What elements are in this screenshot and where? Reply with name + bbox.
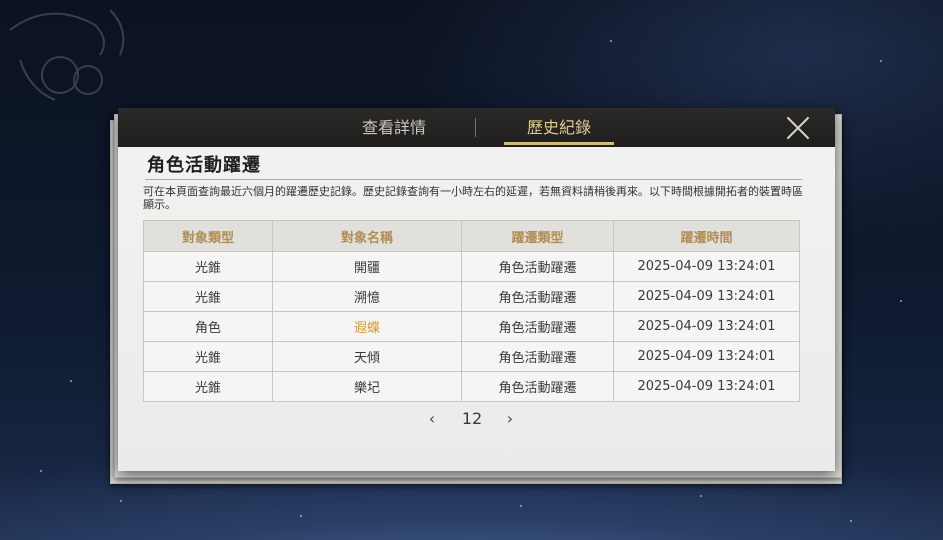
chevron-left-icon[interactable]: ‹ [422, 408, 442, 430]
cell-warp-time: 2025-04-09 13:24:01 [613, 341, 800, 372]
cell-item-name: 樂圮 [272, 371, 462, 402]
section-title: 角色活動躍遷 [147, 155, 261, 176]
cell-item-name: 天傾 [272, 341, 462, 372]
close-icon[interactable] [786, 116, 810, 140]
cell-item-name: 溯憶 [272, 281, 462, 312]
table-header-row: 對象類型 對象名稱 躍遷類型 躍遷時間 [143, 220, 800, 252]
history-table: 對象類型 對象名稱 躍遷類型 躍遷時間 光錐 開疆 角色活動躍遷 2025-04… [143, 220, 800, 402]
panel-header: 查看詳情 歷史紀錄 [118, 108, 835, 147]
cell-warp-type: 角色活動躍遷 [461, 341, 614, 372]
cell-item-type: 光錐 [143, 371, 273, 402]
column-header-warp-time: 躍遷時間 [613, 220, 800, 252]
tab-divider [475, 118, 476, 137]
title-divider [145, 179, 802, 180]
cell-item-type: 角色 [143, 311, 273, 342]
active-tab-indicator [504, 142, 614, 145]
cell-warp-time: 2025-04-09 13:24:01 [613, 371, 800, 402]
cell-item-type: 光錐 [143, 341, 273, 372]
chevron-right-icon[interactable]: › [500, 408, 520, 430]
tab-history[interactable]: 歷史紀錄 [504, 108, 614, 147]
tab-details-label: 查看詳情 [361, 118, 426, 137]
history-panel: 查看詳情 歷史紀錄 角色活動躍遷 可在本頁面查詢最近六個月的躍遷歷史記錄。歷史記… [118, 108, 835, 471]
page-number: 12 [461, 409, 483, 428]
table-row: 光錐 溯憶 角色活動躍遷 2025-04-09 13:24:01 [143, 281, 800, 312]
tab-history-label: 歷史紀錄 [526, 118, 591, 137]
table-row: 角色 遐蝶 角色活動躍遷 2025-04-09 13:24:01 [143, 311, 800, 342]
cell-warp-type: 角色活動躍遷 [461, 311, 614, 342]
cell-item-name-highlight: 遐蝶 [272, 311, 462, 342]
cell-item-name: 開疆 [272, 251, 462, 282]
table-row: 光錐 天傾 角色活動躍遷 2025-04-09 13:24:01 [143, 341, 800, 372]
cell-item-type: 光錐 [143, 251, 273, 282]
column-header-item-name: 對象名稱 [272, 220, 462, 252]
description-text: 可在本頁面查詢最近六個月的躍遷歷史記錄。歷史記錄查詢有一小時左右的延遲，若無資料… [143, 185, 803, 211]
cell-warp-type: 角色活動躍遷 [461, 251, 614, 282]
column-header-item-type: 對象類型 [143, 220, 273, 252]
cell-warp-time: 2025-04-09 13:24:01 [613, 251, 800, 282]
cell-warp-type: 角色活動躍遷 [461, 281, 614, 312]
pagination: ‹ 12 › [418, 408, 528, 430]
table-row: 光錐 樂圮 角色活動躍遷 2025-04-09 13:24:01 [143, 371, 800, 402]
cell-warp-time: 2025-04-09 13:24:01 [613, 281, 800, 312]
cell-warp-type: 角色活動躍遷 [461, 371, 614, 402]
cell-warp-time: 2025-04-09 13:24:01 [613, 311, 800, 342]
tab-details[interactable]: 查看詳情 [344, 108, 444, 147]
cell-item-type: 光錐 [143, 281, 273, 312]
column-header-warp-type: 躍遷類型 [461, 220, 614, 252]
table-row: 光錐 開疆 角色活動躍遷 2025-04-09 13:24:01 [143, 251, 800, 282]
doodle-illustration [9, 9, 125, 101]
